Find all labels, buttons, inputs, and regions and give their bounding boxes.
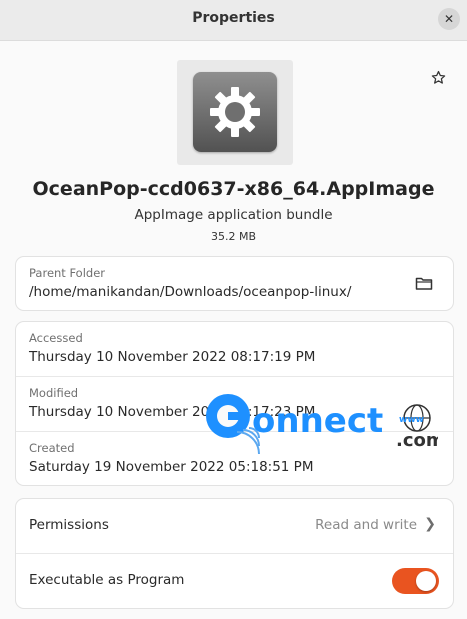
- toggle-knob: [416, 571, 436, 591]
- file-name: OceanPop-ccd0637-x86_64.AppImage: [32, 178, 435, 200]
- created-label: Created: [29, 441, 75, 455]
- chevron-right-icon: ❯: [424, 516, 436, 532]
- accessed-label: Accessed: [29, 331, 83, 345]
- divider: [16, 431, 453, 432]
- permissions-value: Read and write: [315, 517, 417, 533]
- window-title: Properties: [192, 10, 275, 26]
- modified-label: Modified: [29, 386, 79, 400]
- permissions-row[interactable]: Permissions: [29, 517, 109, 533]
- parent-folder-label: Parent Folder: [29, 266, 106, 280]
- divider: [16, 376, 453, 377]
- executable-toggle[interactable]: [392, 568, 439, 594]
- parent-folder-card: Parent Folder /home/manikandan/Downloads…: [15, 256, 454, 311]
- title-bar: Properties ✕: [0, 0, 467, 41]
- close-icon: ✕: [443, 12, 455, 26]
- star-button[interactable]: [428, 67, 448, 87]
- divider: [16, 553, 453, 554]
- executable-label: Executable as Program: [29, 572, 185, 588]
- parent-folder-path: /home/manikandan/Downloads/oceanpop-linu…: [29, 284, 352, 300]
- file-type: AppImage application bundle: [134, 207, 333, 223]
- accessed-value: Thursday 10 November 2022 08:17:19 PM: [29, 349, 316, 365]
- star-icon: [431, 70, 445, 84]
- permissions-card: Permissions Read and write ❯ Executable …: [15, 498, 454, 609]
- timestamps-card: Accessed Thursday 10 November 2022 08:17…: [15, 321, 454, 486]
- close-button[interactable]: ✕: [438, 8, 460, 30]
- file-icon-frame: [177, 60, 293, 165]
- open-folder-button[interactable]: [415, 275, 433, 291]
- gear-icon: [193, 72, 277, 152]
- folder-icon: [415, 277, 433, 290]
- created-value: Saturday 19 November 2022 05:18:51 PM: [29, 459, 314, 475]
- modified-value: Thursday 10 November 2022 08:17:23 PM: [29, 404, 316, 420]
- file-size: 35.2 MB: [210, 230, 257, 243]
